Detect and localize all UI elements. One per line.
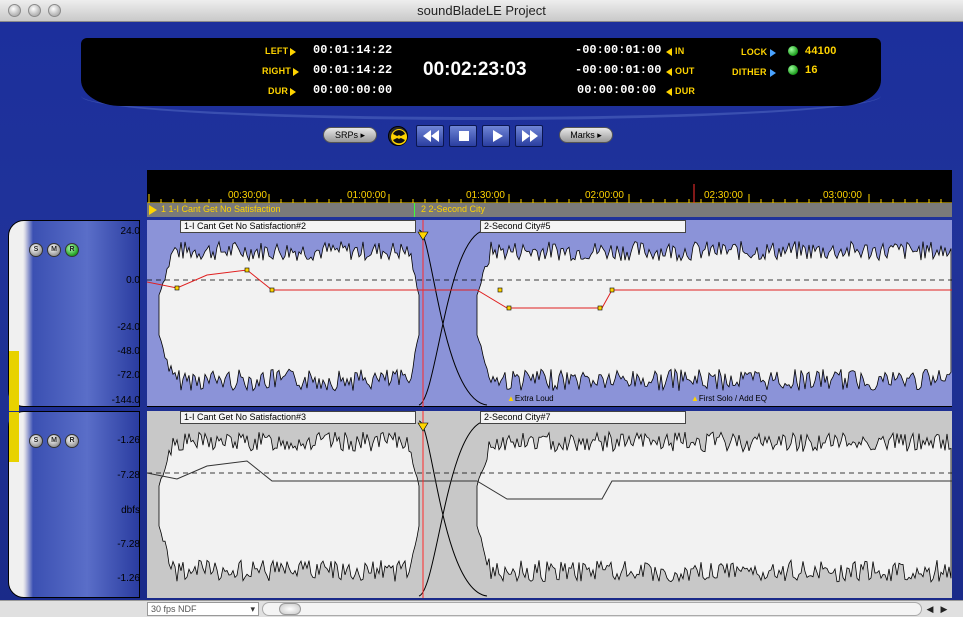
- scale-label: 24.0: [120, 226, 140, 237]
- in-time: -00:00:01:00: [575, 43, 662, 57]
- scroll-thumb[interactable]: [279, 603, 301, 615]
- record-button[interactable]: R: [65, 243, 79, 257]
- solo-button[interactable]: S: [29, 243, 43, 257]
- out-time: -00:00:01:00: [575, 63, 662, 77]
- marker-extra-loud[interactable]: ▲Extra Loud: [507, 394, 554, 403]
- scale-label: -7.28: [117, 470, 140, 481]
- region-label: 1 1-I Cant Get No Satisfaction: [161, 204, 281, 214]
- lock-value: 44100: [805, 45, 837, 57]
- left-label[interactable]: LEFT: [265, 46, 297, 56]
- scale-label: -7.28: [117, 539, 140, 550]
- left-time: 00:01:14:22: [313, 43, 393, 57]
- envelope-node: [174, 285, 180, 291]
- ruler-tick-label: 00:30:00: [228, 190, 267, 201]
- track-2-lane[interactable]: 1-I Cant Get No Satisfaction#3 2-Second …: [147, 411, 952, 598]
- dither-led-icon: [788, 65, 798, 75]
- scale-label: -1.26: [117, 573, 140, 584]
- in-label[interactable]: IN: [666, 46, 684, 56]
- scale-label: -72.0: [117, 370, 140, 381]
- dur-time: 00:00:00:00: [313, 83, 393, 97]
- ruler-tick-label: 01:00:00: [347, 190, 386, 201]
- ruler-tick-label: 01:30:00: [466, 190, 505, 201]
- scale-label: -48.0: [117, 346, 140, 357]
- region-bar[interactable]: 1 1-I Cant Get No Satisfaction 2 2-Secon…: [147, 203, 952, 217]
- waveform-shape: [158, 240, 420, 392]
- scroll-right-icon[interactable]: ▶: [938, 603, 950, 615]
- waveform-shape: [476, 240, 952, 392]
- envelope-node: [506, 305, 512, 311]
- waveform-shape: [158, 431, 420, 582]
- dur2-time: 00:00:00:00: [577, 83, 657, 97]
- scale-label: -1.26: [117, 435, 140, 446]
- title-bar: soundBladeLE Project: [0, 0, 963, 22]
- marks-button[interactable]: Marks ▸: [559, 127, 613, 143]
- clip-title[interactable]: 2-Second City#5: [480, 220, 686, 233]
- scale-label: -24.0: [117, 322, 140, 333]
- rewind-button[interactable]: [416, 125, 444, 147]
- transport-display: LEFT 00:01:14:22 RIGHT 00:01:14:22 DUR 0…: [81, 38, 881, 106]
- track-2-waveform: [147, 411, 952, 598]
- srps-button[interactable]: SRPs ▸: [323, 127, 377, 143]
- ruler-tick-label: 02:30:00: [704, 190, 743, 201]
- play-button[interactable]: [482, 125, 510, 147]
- envelope-node: [597, 305, 603, 311]
- scroll-left-icon[interactable]: ◀: [924, 603, 936, 615]
- envelope-node: [244, 267, 250, 273]
- scale-label: dbfs: [121, 505, 140, 516]
- fps-select[interactable]: 30 fps NDF ▾: [147, 602, 259, 616]
- out-label[interactable]: OUT: [666, 66, 695, 76]
- radiation-icon[interactable]: [388, 126, 408, 146]
- right-label[interactable]: RIGHT: [262, 66, 299, 76]
- playhead-icon: [417, 231, 429, 241]
- track-1-lane[interactable]: 1-I Cant Get No Satisfaction#2 2-Second …: [147, 220, 952, 407]
- region-marker-icon: [149, 205, 157, 215]
- solo-button[interactable]: S: [29, 434, 43, 448]
- main-timecode: 00:02:23:03: [423, 59, 527, 80]
- fast-forward-button[interactable]: [515, 125, 543, 147]
- scale-label: 0.0: [126, 275, 140, 286]
- dur-label: DUR: [268, 86, 297, 96]
- envelope-node: [497, 287, 503, 293]
- dither-label: DITHER: [732, 67, 776, 77]
- horizontal-scrollbar[interactable]: [262, 602, 922, 616]
- mute-button[interactable]: M: [47, 434, 61, 448]
- scale-label: -144.0: [111, 395, 140, 406]
- stop-button[interactable]: [449, 125, 477, 147]
- ruler-tick-label: 02:00:00: [585, 190, 624, 201]
- dither-value: 16: [805, 64, 818, 76]
- clip-title[interactable]: 1-I Cant Get No Satisfaction#3: [180, 411, 416, 424]
- envelope-node: [609, 287, 615, 293]
- clip-title[interactable]: 2-Second City#7: [480, 411, 686, 424]
- window-title: soundBladeLE Project: [417, 3, 546, 18]
- marker-first-solo[interactable]: ▲First Solo / Add EQ: [691, 394, 767, 403]
- lock-label: LOCK: [741, 47, 777, 57]
- waveform-shape: [476, 430, 952, 583]
- right-time: 00:01:14:22: [313, 63, 393, 77]
- envelope-node: [269, 287, 275, 293]
- region-label: 2 2-Second City: [421, 204, 486, 214]
- record-button[interactable]: R: [65, 434, 79, 448]
- track-1-waveform: [147, 220, 952, 407]
- timeline-ruler[interactable]: 00:30:00 01:00:00 01:30:00 02:00:00 02:3…: [147, 170, 952, 203]
- clip-title[interactable]: 1-I Cant Get No Satisfaction#2: [180, 220, 416, 233]
- ruler-tick-label: 03:00:00: [823, 190, 862, 201]
- lock-led-icon: [788, 46, 798, 56]
- mute-button[interactable]: M: [47, 243, 61, 257]
- playhead-icon: [417, 422, 429, 432]
- dur2-label: DUR: [666, 86, 695, 96]
